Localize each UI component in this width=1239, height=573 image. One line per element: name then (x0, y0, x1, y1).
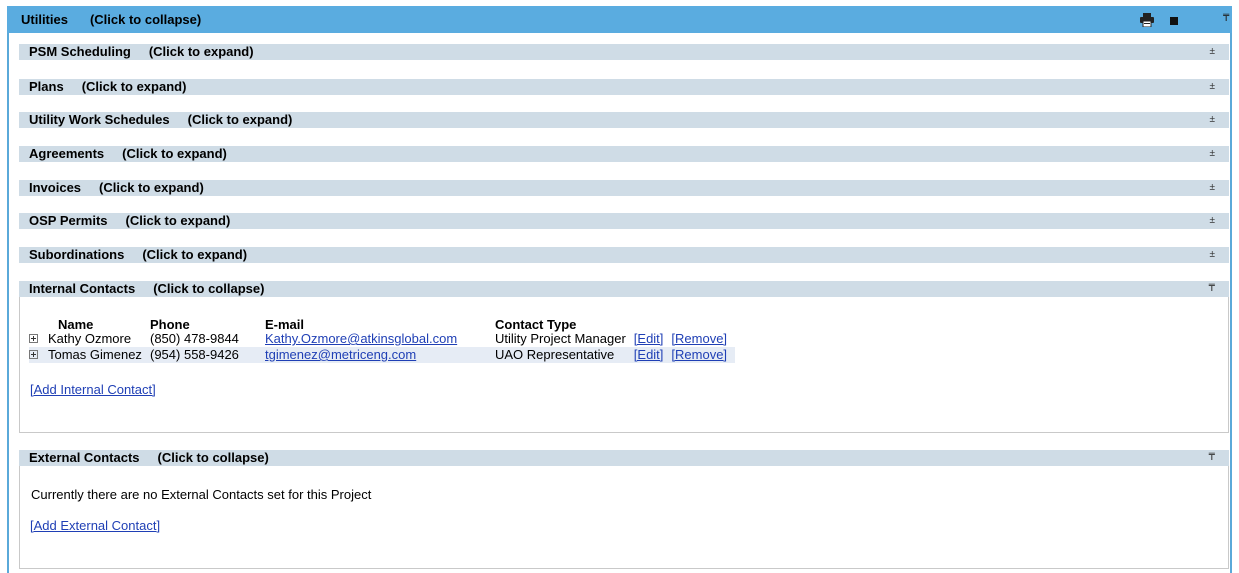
edit-link[interactable]: [Edit] (634, 347, 664, 362)
add-external-contact-link[interactable]: [Add External Contact] (30, 518, 160, 533)
expand-hint: (Click to expand) (148, 44, 254, 59)
table-header-row: Name Phone E-mail Contact Type (29, 318, 735, 331)
utilities-header[interactable]: Utilities (Click to collapse) ₸ (7, 6, 1232, 33)
remove-link[interactable]: [Remove] (671, 331, 727, 346)
expand-row-icon[interactable] (29, 334, 38, 344)
utilities-title-label: Utilities (21, 12, 68, 27)
expand-hint: (Click to expand) (99, 180, 204, 195)
section-label: External Contacts (29, 450, 140, 465)
section-label: OSP Permits (29, 213, 108, 228)
column-header-phone: Phone (150, 317, 190, 332)
section-utility-work-schedules[interactable]: Utility Work Schedules (Click to expand) … (19, 112, 1229, 128)
expand-hint: (Click to expand) (187, 112, 293, 127)
collapse-icon[interactable]: ₸ (1209, 282, 1215, 296)
contact-email-link[interactable]: tgimenez@metriceng.com (265, 347, 416, 362)
expand-hint: (Click to expand) (81, 79, 187, 94)
edit-link[interactable]: [Edit] (634, 331, 664, 346)
section-agreements[interactable]: Agreements (Click to expand) ± (19, 146, 1229, 162)
collapse-hint: (Click to collapse) (153, 281, 265, 296)
section-label: Plans (29, 79, 64, 94)
contact-phone: (954) 558-9426 (150, 347, 265, 363)
expand-hint: (Click to expand) (142, 247, 248, 262)
expand-icon[interactable]: ± (1210, 147, 1216, 161)
section-subordinations[interactable]: Subordinations (Click to expand) ± (19, 247, 1229, 263)
section-plans[interactable]: Plans (Click to expand) ± (19, 79, 1229, 95)
section-external-contacts[interactable]: External Contacts (Click to collapse) ₸ (19, 450, 1229, 466)
column-header-contact-type: Contact Type (495, 317, 577, 332)
section-invoices[interactable]: Invoices (Click to expand) ± (19, 180, 1229, 196)
section-label: Agreements (29, 146, 105, 161)
contact-email-link[interactable]: Kathy.Ozmore@atkinsglobal.com (265, 331, 457, 346)
collapse-icon[interactable]: ₸ (1209, 451, 1215, 465)
table-row: Tomas Gimenez (954) 558-9426 tgimenez@me… (29, 347, 736, 363)
external-contacts-panel (19, 466, 1229, 569)
expand-icon[interactable]: ± (1210, 248, 1216, 262)
add-internal-contact-link[interactable]: [Add Internal Contact] (30, 382, 156, 397)
contact-phone: (850) 478-9844 (150, 331, 239, 346)
contact-name: Kathy Ozmore (48, 331, 132, 346)
section-label: Invoices (29, 180, 82, 195)
table-row: Kathy Ozmore (850) 478-9844 Kathy.Ozmore… (29, 331, 735, 347)
expand-hint: (Click to expand) (122, 146, 227, 161)
contact-type: UAO Representative (495, 347, 634, 363)
collapse-all-icon[interactable]: ₸ (1223, 13, 1229, 24)
utilities-title[interactable]: Utilities (Click to collapse) (21, 12, 201, 27)
expand-icon[interactable]: ± (1210, 80, 1216, 94)
section-label: Internal Contacts (29, 281, 136, 296)
column-header-name: Name (58, 317, 94, 332)
collapse-hint: (Click to collapse) (157, 450, 269, 465)
section-psm-scheduling[interactable]: PSM Scheduling (Click to expand) ± (19, 44, 1229, 60)
internal-contacts-table: Name Phone E-mail Contact Type Kathy Ozm… (29, 318, 736, 363)
expand-icon[interactable]: ± (1210, 181, 1216, 195)
utilities-collapse-hint: (Click to collapse) (89, 12, 202, 27)
section-label: Subordinations (29, 247, 125, 262)
section-osp-permits[interactable]: OSP Permits (Click to expand) ± (19, 213, 1229, 229)
square-icon[interactable] (1170, 17, 1178, 25)
expand-hint: (Click to expand) (125, 213, 231, 228)
column-header-email: E-mail (265, 317, 305, 332)
remove-link[interactable]: [Remove] (671, 347, 727, 362)
section-internal-contacts[interactable]: Internal Contacts (Click to collapse) ₸ (19, 281, 1229, 297)
printer-icon[interactable] (1139, 13, 1155, 27)
no-external-contacts-message: Currently there are no External Contacts… (31, 487, 372, 502)
section-label: PSM Scheduling (29, 44, 131, 59)
contact-type: Utility Project Manager (495, 331, 626, 346)
expand-icon[interactable]: ± (1210, 113, 1216, 127)
expand-row-icon[interactable] (29, 350, 38, 360)
expand-icon[interactable]: ± (1210, 45, 1216, 59)
section-label: Utility Work Schedules (29, 112, 170, 127)
contact-name: Tomas Gimenez (48, 347, 142, 362)
expand-icon[interactable]: ± (1210, 214, 1216, 228)
